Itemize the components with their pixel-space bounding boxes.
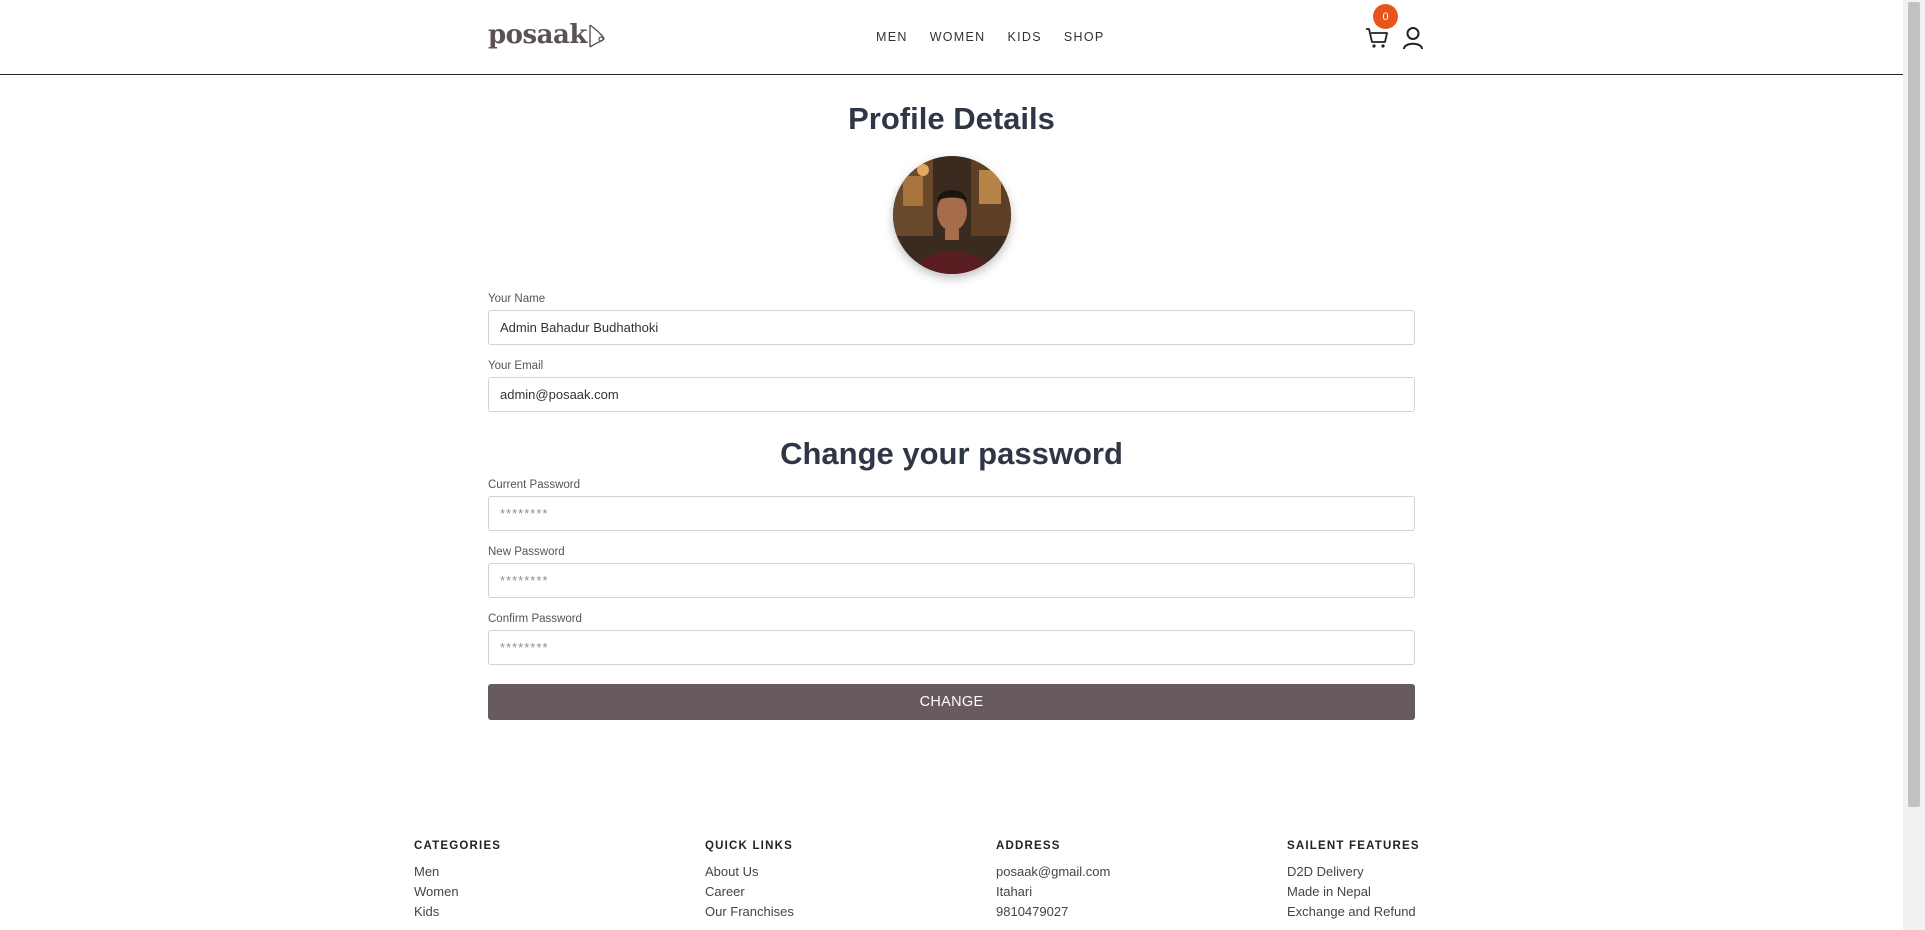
- confirm-password-label: Confirm Password: [488, 613, 582, 625]
- footer-quick-links-title: QUICK LINKS: [705, 840, 793, 852]
- footer-link-about[interactable]: About Us: [705, 862, 794, 882]
- site-header: posaak MEN WOMEN KIDS SHOP 0: [0, 0, 1903, 75]
- change-password-button[interactable]: CHANGE: [488, 684, 1415, 720]
- name-field[interactable]: Admin Bahadur Budhathoki: [488, 310, 1415, 345]
- cart-icon[interactable]: [1365, 26, 1389, 50]
- cart-count-badge: 0: [1373, 4, 1398, 29]
- page-title: Profile Details: [848, 101, 1055, 136]
- page-scrollbar[interactable]: [1903, 0, 1925, 930]
- avatar-photo: [892, 156, 1011, 274]
- footer-link-career[interactable]: Career: [705, 882, 794, 902]
- main-nav: MEN WOMEN KIDS SHOP: [876, 30, 1127, 44]
- logo-leaf-icon: [589, 24, 605, 48]
- email-label: Your Email: [488, 360, 544, 372]
- nav-shop[interactable]: SHOP: [1064, 30, 1105, 44]
- user-account-icon[interactable]: [1402, 26, 1424, 50]
- name-label: Your Name: [488, 293, 546, 305]
- footer-link-women[interactable]: Women: [414, 882, 501, 902]
- footer-quick-links: QUICK LINKS About Us Career Our Franchis…: [705, 840, 794, 922]
- scrollbar-thumb[interactable]: [1908, 2, 1920, 807]
- nav-men[interactable]: MEN: [876, 30, 908, 44]
- footer-link-kids[interactable]: Kids: [414, 902, 501, 922]
- footer-link-franchises[interactable]: Our Franchises: [705, 902, 794, 922]
- profile-section: Profile Details Your Name Admin Bahadur …: [488, 75, 1415, 720]
- footer-email: posaak@gmail.com: [996, 864, 1111, 879]
- footer-phone: 9810479027: [996, 904, 1069, 919]
- footer-categories: CATEGORIES Men Women Kids: [414, 840, 501, 922]
- email-field[interactable]: admin@posaak.com: [488, 377, 1415, 412]
- footer-feature-made-in-nepal: Made in Nepal: [1287, 884, 1371, 899]
- footer-address: ADDRESS posaak@gmail.com Itahari 9810479…: [996, 840, 1110, 922]
- footer-link-men[interactable]: Men: [414, 862, 501, 882]
- footer-feature-delivery: D2D Delivery: [1287, 864, 1364, 879]
- current-password-label: Current Password: [488, 479, 581, 491]
- footer-city: Itahari: [996, 884, 1033, 899]
- new-password-label: New Password: [488, 546, 565, 558]
- site-logo[interactable]: posaak: [488, 20, 606, 50]
- footer-address-title: ADDRESS: [996, 840, 1061, 852]
- footer-feature-exchange: Exchange and Refund: [1287, 904, 1416, 919]
- new-password-field[interactable]: ********: [488, 563, 1415, 598]
- logo-text: posaak: [488, 20, 587, 50]
- current-password-field[interactable]: ********: [488, 496, 1415, 531]
- change-password-title: Change your password: [780, 436, 1123, 471]
- nav-kids[interactable]: KIDS: [1008, 30, 1042, 44]
- footer-categories-title: CATEGORIES: [414, 840, 502, 852]
- nav-women[interactable]: WOMEN: [930, 30, 986, 44]
- footer-features-title: SAILENT FEATURES: [1287, 840, 1420, 852]
- profile-avatar[interactable]: [892, 156, 1011, 274]
- confirm-password-field[interactable]: ********: [488, 630, 1415, 665]
- footer-features: SAILENT FEATURES D2D Delivery Made in Ne…: [1287, 840, 1420, 922]
